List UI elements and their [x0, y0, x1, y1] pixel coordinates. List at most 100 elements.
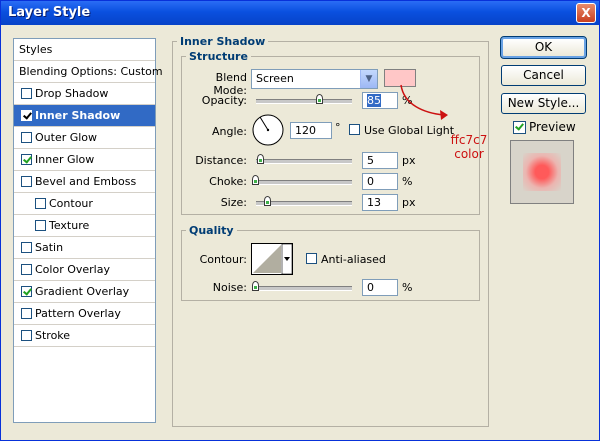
new-style-button[interactable]: New Style... — [501, 93, 586, 114]
inner-shadow-checkbox[interactable] — [21, 110, 32, 121]
style-item-color-overlay[interactable]: Color Overlay — [14, 259, 155, 281]
choke-label: Choke: — [209, 175, 247, 188]
angle-label: Angle: — [211, 125, 247, 138]
angle-input[interactable]: 120 — [290, 122, 332, 139]
bevel-emboss-label: Bevel and Emboss — [35, 175, 137, 188]
inner-glow-label: Inner Glow — [35, 153, 95, 166]
annotation-arrow-icon — [400, 84, 448, 120]
opacity-input[interactable]: 85 — [362, 92, 398, 109]
pattern-overlay-checkbox[interactable] — [21, 308, 32, 319]
inner-shadow-title: Inner Shadow — [180, 35, 266, 48]
style-item-gradient-overlay[interactable]: Gradient Overlay — [14, 281, 155, 303]
opacity-value: 85 — [367, 94, 381, 107]
opacity-slider-track[interactable] — [256, 99, 352, 104]
outer-glow-checkbox[interactable] — [21, 132, 32, 143]
stroke-label: Stroke — [35, 329, 71, 342]
structure-title: Structure — [189, 50, 248, 63]
contour-curve-icon[interactable] — [251, 243, 293, 275]
opacity-slider-handle[interactable] — [316, 94, 323, 104]
size-slider-handle[interactable] — [264, 196, 271, 206]
angle-unit: ° — [335, 121, 341, 134]
styles-list: Styles Blending Options: Custom Drop Sha… — [13, 38, 163, 423]
color-overlay-label: Color Overlay — [35, 263, 110, 276]
choke-slider-track[interactable] — [256, 180, 352, 185]
texture-checkbox[interactable] — [35, 220, 46, 231]
stroke-checkbox[interactable] — [21, 330, 32, 341]
styles-header[interactable]: Styles — [14, 39, 155, 61]
drop-shadow-checkbox[interactable] — [21, 88, 32, 99]
inner-glow-checkbox[interactable] — [21, 154, 32, 165]
choke-input[interactable]: 0 — [362, 173, 398, 190]
size-input[interactable]: 13 — [362, 194, 398, 211]
title-bar[interactable]: Layer Style X — [1, 1, 599, 25]
style-item-satin[interactable]: Satin — [14, 237, 155, 259]
ok-button[interactable]: OK — [500, 36, 587, 59]
noise-input[interactable]: 0 — [362, 279, 398, 296]
style-item-contour[interactable]: Contour — [14, 193, 155, 215]
preview-label: Preview — [529, 120, 576, 134]
layer-style-dialog: Layer Style X Styles Blending Options: C… — [0, 0, 600, 441]
blending-options-item[interactable]: Blending Options: Custom — [14, 61, 163, 83]
anti-aliased-checkbox[interactable] — [306, 253, 317, 264]
distance-value: 5 — [367, 154, 374, 167]
blend-mode-select[interactable]: Screen ▼ — [251, 69, 378, 89]
contour-label-main: Contour: — [199, 253, 247, 266]
gradient-overlay-checkbox[interactable] — [21, 286, 32, 297]
angle-dial-icon[interactable] — [251, 113, 285, 147]
quality-title: Quality — [189, 224, 234, 237]
size-label: Size: — [220, 196, 247, 209]
style-item-bevel-emboss[interactable]: Bevel and Emboss — [14, 171, 155, 193]
inner-shadow-label: Inner Shadow — [35, 109, 121, 122]
noise-unit: % — [402, 281, 413, 294]
preview-swatch — [523, 153, 561, 191]
style-item-inner-shadow[interactable]: Inner Shadow — [14, 105, 155, 127]
choke-unit: % — [402, 175, 413, 188]
style-item-inner-glow[interactable]: Inner Glow — [14, 149, 155, 171]
noise-slider-track[interactable] — [256, 286, 352, 291]
gradient-overlay-label: Gradient Overlay — [35, 285, 130, 298]
global-light-checkbox[interactable] — [349, 124, 360, 135]
contour-label: Contour — [49, 197, 93, 210]
preview-box — [510, 140, 574, 204]
outer-glow-label: Outer Glow — [35, 131, 98, 144]
anti-aliased-label: Anti-aliased — [321, 253, 386, 266]
color-overlay-checkbox[interactable] — [21, 264, 32, 275]
noise-label: Noise: — [212, 281, 247, 294]
styles-header-label: Styles — [19, 43, 53, 56]
size-unit: px — [402, 196, 416, 209]
preview-checkbox[interactable] — [513, 121, 526, 134]
satin-checkbox[interactable] — [21, 242, 32, 253]
opacity-label: Opacity: — [201, 94, 247, 107]
annotation-word: color — [454, 147, 484, 161]
pattern-overlay-label: Pattern Overlay — [35, 307, 121, 320]
distance-unit: px — [402, 154, 416, 167]
choke-value: 0 — [367, 175, 374, 188]
noise-slider-handle[interactable] — [252, 281, 259, 291]
style-item-outer-glow[interactable]: Outer Glow — [14, 127, 155, 149]
cancel-button[interactable]: Cancel — [501, 65, 586, 86]
style-item-stroke[interactable]: Stroke — [14, 325, 155, 347]
texture-label: Texture — [49, 219, 90, 232]
style-item-pattern-overlay[interactable]: Pattern Overlay — [14, 303, 155, 325]
dropdown-arrow-icon[interactable]: ▼ — [360, 70, 377, 88]
style-item-texture[interactable]: Texture — [14, 215, 155, 237]
blending-options-label: Blending Options: Custom — [19, 65, 163, 78]
distance-label: Distance: — [195, 154, 247, 167]
window-title: Layer Style — [8, 5, 91, 20]
choke-slider-handle[interactable] — [252, 175, 259, 185]
bevel-emboss-checkbox[interactable] — [21, 176, 32, 187]
close-button[interactable]: X — [576, 3, 596, 23]
size-value: 13 — [367, 196, 381, 209]
drop-shadow-label: Drop Shadow — [35, 87, 109, 100]
distance-slider-track[interactable] — [256, 159, 352, 164]
distance-slider-handle[interactable] — [257, 154, 264, 164]
style-item-drop-shadow[interactable]: Drop Shadow — [14, 83, 155, 105]
annotation-hex: ffc7c7 — [450, 133, 488, 147]
color-annotation: ffc7c7 color — [448, 133, 490, 161]
angle-value: 120 — [295, 124, 316, 137]
contour-checkbox[interactable] — [35, 198, 46, 209]
blend-mode-value: Screen — [256, 72, 294, 85]
satin-label: Satin — [35, 241, 64, 254]
distance-input[interactable]: 5 — [362, 152, 398, 169]
noise-value: 0 — [367, 281, 374, 294]
